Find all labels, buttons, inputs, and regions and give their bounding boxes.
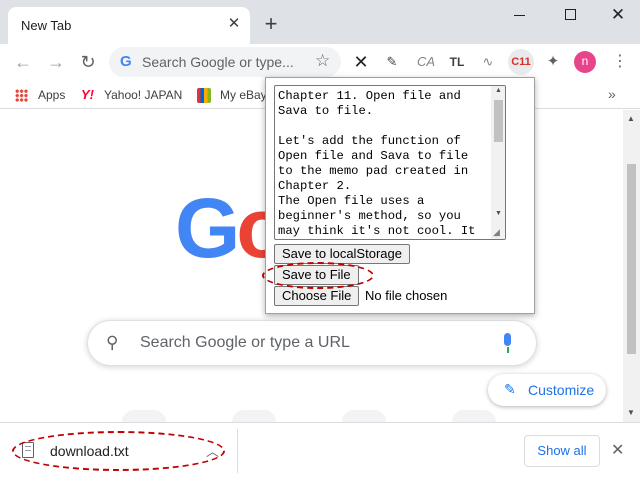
close-icon[interactable]: ✕ [611,440,624,460]
memo-textarea[interactable]: Chapter 11. Open file and Sava to file. … [274,85,506,240]
shortcut-tile[interactable] [122,410,166,422]
scroll-up-arrow-icon[interactable]: ▲ [627,114,635,123]
tab-title: New Tab [21,18,72,33]
extensions-puzzle-icon[interactable]: ✦ [543,52,563,72]
new-tab-button[interactable]: + [260,13,282,35]
search-icon: ⚲ [106,333,119,352]
address-bar[interactable]: G Search Google or type... ☆ [109,47,341,77]
scroll-up-arrow-icon[interactable]: ▲ [495,87,502,94]
minimize-button[interactable] [503,4,531,26]
bookmarks-overflow-icon[interactable]: » [608,86,616,102]
memo-text: Chapter 11. Open file and Sava to file. … [278,89,476,238]
divider [237,429,238,473]
window-close-button[interactable]: ✕ [604,4,632,26]
browser-toolbar: ← → ↻ G Search Google or type... ☆ ✕ ✎ C… [0,44,640,81]
reload-icon[interactable]: ↻ [76,50,100,74]
document-icon [22,442,34,458]
menu-icon[interactable]: ⋮ [612,51,628,73]
shortcut-tile[interactable] [452,410,496,422]
google-icon: G [120,53,132,70]
bookmark-star-icon[interactable]: ☆ [315,51,330,71]
ntp-search-box[interactable]: ⚲ Search Google or type a URL [87,320,537,366]
logo-letter: G [175,181,240,275]
download-filename: download.txt [50,443,129,459]
back-arrow-icon[interactable]: ← [11,50,35,74]
download-item[interactable]: download.txt ︿ [12,431,225,471]
memo-scrollbar[interactable]: ▲ ▼ [491,86,505,239]
apps-grid-icon [15,89,28,102]
scroll-down-arrow-icon[interactable]: ▼ [495,210,502,217]
ntp-search-placeholder: Search Google or type a URL [140,334,350,351]
pencil-icon: ✎ [504,381,516,397]
title-bar: New Tab ✕ + ✕ [0,0,640,44]
tab-close-icon[interactable]: ✕ [225,15,243,33]
extension-edit-icon[interactable]: ✎ [382,52,402,72]
tab-new-tab[interactable]: New Tab ✕ [8,7,250,44]
chevron-up-icon[interactable]: ︿ [206,441,219,460]
save-to-localstorage-button[interactable]: Save to localStorage [274,244,410,264]
shortcut-tile[interactable] [232,410,276,422]
memo-scroll-thumb[interactable] [494,100,503,142]
bookmark-label: Apps [38,88,66,102]
resize-grip-icon[interactable]: ◢ [493,227,500,238]
customize-button[interactable]: ✎ Customize [488,374,606,406]
yahoo-icon: Y! [81,87,94,102]
extension-wave-icon[interactable]: ∿ [478,52,498,72]
shortcut-tile[interactable] [342,410,386,422]
microphone-icon[interactable] [501,333,513,353]
profile-avatar[interactable]: n [574,51,596,73]
maximize-button[interactable] [556,4,584,26]
file-status-text: No file chosen [365,288,448,303]
extension-tl-icon[interactable]: TL [446,52,468,72]
forward-arrow-icon[interactable]: → [44,50,68,74]
show-all-button[interactable]: Show all [524,435,600,467]
ebay-bag-icon [197,88,211,103]
scroll-down-arrow-icon[interactable]: ▼ [627,408,635,417]
choose-file-button[interactable]: Choose File [274,286,360,306]
memo-extension-popup: Chapter 11. Open file and Sava to file. … [265,77,535,314]
page-scrollbar[interactable]: ▲ ▼ [623,110,640,422]
scroll-thumb[interactable] [627,164,636,354]
bookmark-label: Yahoo! JAPAN [104,88,183,102]
customize-label: Customize [528,382,595,398]
download-bar: download.txt ︿ Show all ✕ [0,422,640,480]
extension-ca-icon[interactable]: CA [415,52,437,72]
save-to-file-button[interactable]: Save to File [274,265,359,285]
address-bar-placeholder: Search Google or type... [142,54,294,70]
extension-c11-icon[interactable]: C11 [508,49,534,75]
extension-cross-icon[interactable]: ✕ [350,52,372,72]
bookmark-label: My eBay [220,88,267,102]
